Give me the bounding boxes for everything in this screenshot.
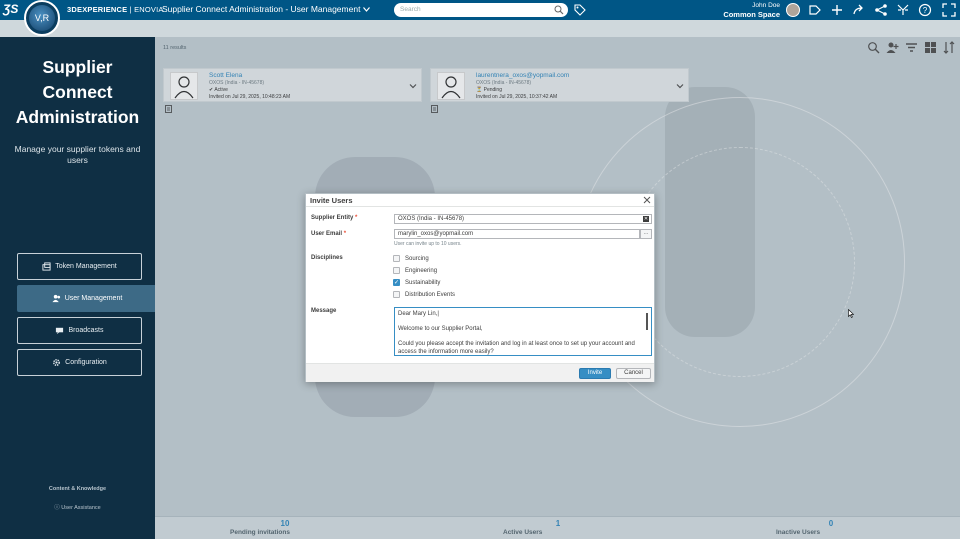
- nav-broadcasts[interactable]: Broadcasts: [17, 317, 142, 344]
- email-hint: User can invite up to 10 users.: [394, 241, 462, 247]
- checkbox[interactable]: [393, 267, 400, 274]
- search-icon[interactable]: [554, 5, 564, 15]
- checkbox[interactable]: [393, 255, 400, 262]
- scrollbar[interactable]: [646, 313, 648, 330]
- gear-icon: [53, 359, 61, 366]
- user-menu[interactable]: John Doe Common Space: [718, 1, 780, 19]
- tag-icon[interactable]: [574, 4, 586, 16]
- discipline-distribution-events[interactable]: Distribution Events: [393, 291, 455, 298]
- mouse-cursor-icon: [848, 309, 854, 318]
- help-circle-icon: ⓘ: [54, 505, 60, 511]
- tag-label-icon[interactable]: [808, 3, 822, 17]
- clear-icon[interactable]: ✕: [643, 216, 649, 222]
- broadcast-icon: [56, 327, 64, 335]
- app-title-menu[interactable]: Supplier Connect Administration - User M…: [162, 4, 371, 14]
- svg-text:?: ?: [923, 6, 928, 15]
- user-email-label: User Email *: [311, 231, 347, 237]
- invite-button[interactable]: Invite: [579, 368, 611, 379]
- user-email-field[interactable]: marylin_oxos@yopmail.com: [394, 229, 640, 239]
- users-icon: [52, 294, 60, 303]
- cancel-button[interactable]: Cancel: [616, 368, 651, 379]
- user-name: John Doe: [752, 2, 780, 9]
- checkbox-checked[interactable]: ✓: [393, 279, 400, 286]
- message-textarea[interactable]: Dear Mary Lin,| Welcome to our Supplier …: [394, 307, 652, 356]
- supplier-entity-label: Supplier Entity *: [311, 215, 358, 221]
- discipline-sustainability[interactable]: ✓ Sustainability: [393, 279, 440, 286]
- discipline-sourcing[interactable]: Sourcing: [393, 255, 429, 262]
- top-bar: ƷS 3DEXPERIENCE | ENOVIA Supplier Connec…: [0, 0, 960, 20]
- disciplines-label: Disciplines: [311, 255, 343, 261]
- browse-button[interactable]: ...: [640, 229, 652, 239]
- compass-icon[interactable]: V,R: [24, 0, 60, 36]
- content-knowledge-heading: Content & Knowledge: [48, 486, 107, 492]
- avatar[interactable]: [786, 3, 800, 17]
- space-name: Common Space: [723, 10, 780, 19]
- plus-icon[interactable]: [830, 3, 844, 17]
- share-arrow-icon[interactable]: [852, 3, 866, 17]
- supplier-entity-field[interactable]: OXOS (India - IN-45678) ✕: [394, 214, 652, 224]
- dialog-footer: Invite Cancel: [306, 363, 654, 382]
- sidebar-title: Supplier Connect Administration: [15, 57, 140, 127]
- search-input[interactable]: Search: [394, 3, 568, 17]
- network-share-icon[interactable]: [874, 3, 888, 17]
- apps-dispatch-icon[interactable]: [896, 3, 910, 17]
- nav-configuration[interactable]: Configuration: [17, 349, 142, 376]
- message-label: Message: [311, 308, 337, 314]
- discipline-engineering[interactable]: Engineering: [393, 267, 437, 274]
- fullscreen-icon[interactable]: [942, 3, 956, 17]
- chevron-down-icon: [363, 6, 371, 12]
- nav-user-management[interactable]: User Management: [17, 285, 162, 312]
- checkbox[interactable]: [393, 291, 400, 298]
- token-icon: [42, 262, 51, 271]
- 3ds-logo-icon: ƷS: [3, 2, 19, 16]
- nav-token-management[interactable]: Token Management: [17, 253, 142, 280]
- invite-users-dialog: Invite Users Supplier Entity * OXOS (Ind…: [305, 193, 655, 382]
- close-icon[interactable]: [643, 196, 651, 204]
- user-assistance-link[interactable]: ⓘ User Assistance: [0, 503, 155, 511]
- sidebar: Supplier Connect Administration Manage y…: [0, 37, 162, 539]
- help-icon[interactable]: ?: [918, 3, 932, 17]
- dialog-title: Invite Users: [310, 196, 353, 205]
- sidebar-subtitle: Manage your supplier tokens and users: [14, 144, 141, 165]
- brand-label: 3DEXPERIENCE | ENOVIA: [67, 5, 164, 14]
- dialog-header: Invite Users: [306, 194, 654, 207]
